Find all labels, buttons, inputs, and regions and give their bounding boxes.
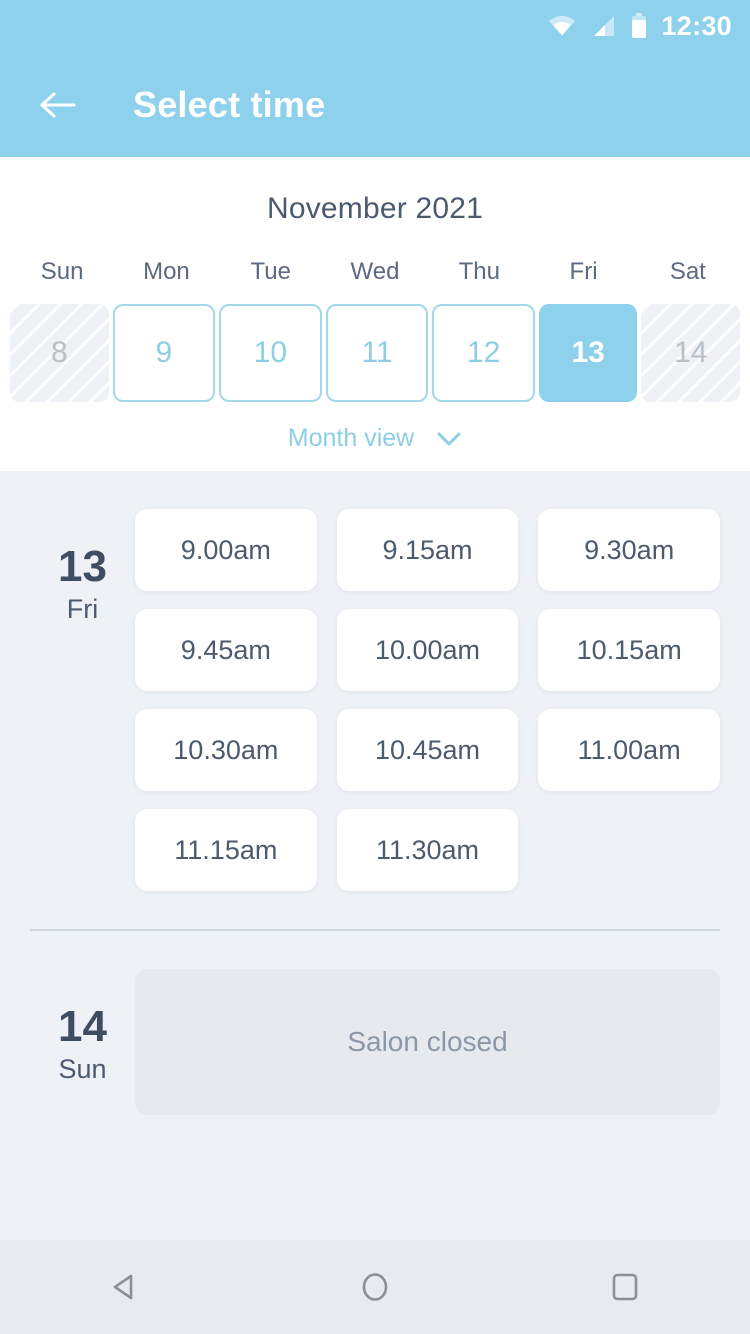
- schedule-scroll-area[interactable]: 13 Fri 9.00am 9.15am 9.30am 9.45am 10.00…: [0, 471, 750, 1240]
- day-number: 13: [571, 336, 605, 369]
- android-nav-bar: [0, 1240, 750, 1334]
- time-slot[interactable]: 10.00am: [336, 609, 519, 691]
- calendar-day-14: 14: [641, 304, 741, 402]
- schedule-day-of-week: Fri: [66, 594, 99, 625]
- schedule-day-group-13: 13 Fri 9.00am 9.15am 9.30am 9.45am 10.00…: [0, 471, 750, 891]
- time-slots-grid: 9.00am 9.15am 9.30am 9.45am 10.00am 10.1…: [135, 509, 720, 891]
- battery-icon: [632, 13, 647, 38]
- salon-closed-banner: Salon closed: [135, 969, 720, 1115]
- time-slot[interactable]: 10.30am: [135, 709, 317, 791]
- weekday-label: Fri: [569, 258, 598, 285]
- calendar-day-13-selected[interactable]: 13: [538, 304, 638, 402]
- time-slot[interactable]: 11.30am: [336, 809, 519, 891]
- schedule-date-number: 14: [58, 1002, 107, 1051]
- time-slot[interactable]: 10.45am: [336, 709, 519, 791]
- schedule-day-label-14: 14 Sun: [30, 969, 135, 1115]
- day-number: 11: [361, 336, 393, 369]
- arrow-left-icon: [40, 92, 76, 117]
- time-slot[interactable]: 9.30am: [538, 509, 720, 591]
- closed-container: Salon closed: [135, 969, 720, 1115]
- time-slot[interactable]: 11.15am: [135, 809, 317, 891]
- nav-recents-icon: [612, 1273, 638, 1301]
- time-slot[interactable]: 9.00am: [135, 509, 317, 591]
- status-bar: 12:30: [0, 0, 750, 52]
- page-title: Select time: [133, 83, 326, 125]
- nav-back-icon: [113, 1274, 133, 1300]
- time-slot[interactable]: 10.15am: [538, 609, 720, 691]
- day-number: 10: [253, 336, 288, 369]
- calendar-day-12[interactable]: 12: [432, 304, 535, 402]
- calendar-days-row: 8 9 10 11 12 13 14: [0, 304, 750, 402]
- weekday-label: Tue: [250, 258, 291, 285]
- calendar-day-8: 8: [10, 304, 109, 402]
- back-button[interactable]: [30, 77, 86, 133]
- signal-icon: [594, 16, 615, 36]
- weekday-label: Sat: [669, 258, 706, 285]
- schedule-day-group-14: 14 Sun Salon closed: [0, 931, 750, 1115]
- time-slots-container: 9.00am 9.15am 9.30am 9.45am 10.00am 10.1…: [135, 509, 720, 891]
- weekday-label: Mon: [143, 258, 190, 285]
- schedule-day-label-13: 13 Fri: [30, 509, 135, 891]
- weekday-label: Wed: [350, 258, 400, 285]
- schedule-day-of-week: Sun: [58, 1054, 107, 1085]
- status-clock: 12:30: [661, 10, 732, 41]
- chevron-down-icon: [437, 432, 461, 445]
- day-number: 8: [50, 336, 68, 369]
- weekday-label: Sun: [40, 258, 84, 285]
- nav-recents-button[interactable]: [565, 1240, 685, 1334]
- time-slot[interactable]: 9.15am: [336, 509, 519, 591]
- day-number: 14: [674, 336, 708, 369]
- screen-root: 12:30 Select time November 2021 Sun Mon …: [0, 0, 750, 1334]
- nav-back-button[interactable]: [65, 1240, 185, 1334]
- time-slot[interactable]: 9.45am: [135, 609, 317, 691]
- calendar-day-10[interactable]: 10: [219, 304, 322, 402]
- day-number: 12: [466, 336, 501, 369]
- time-slot[interactable]: 11.00am: [538, 709, 720, 791]
- calendar-month-label: November 2021: [266, 192, 484, 225]
- calendar-day-9[interactable]: 9: [112, 304, 216, 402]
- weekday-label: Thu: [458, 258, 500, 285]
- calendar-weekday-header: Sun Mon Tue Wed Thu Fri Sat: [0, 258, 750, 286]
- nav-home-button[interactable]: [315, 1240, 435, 1334]
- day-number: 9: [155, 336, 173, 369]
- calendar-day-11[interactable]: 11: [325, 304, 429, 402]
- calendar-panel: November 2021 Sun Mon Tue Wed Thu Fri Sa…: [0, 157, 750, 471]
- month-view-toggle[interactable]: Month view: [0, 424, 750, 453]
- wifi-icon: [549, 15, 576, 36]
- month-view-label: Month view: [287, 424, 415, 452]
- nav-home-icon: [362, 1273, 388, 1301]
- app-bar: Select time: [0, 52, 750, 157]
- status-icons: [547, 13, 647, 39]
- schedule-date-number: 13: [58, 542, 107, 591]
